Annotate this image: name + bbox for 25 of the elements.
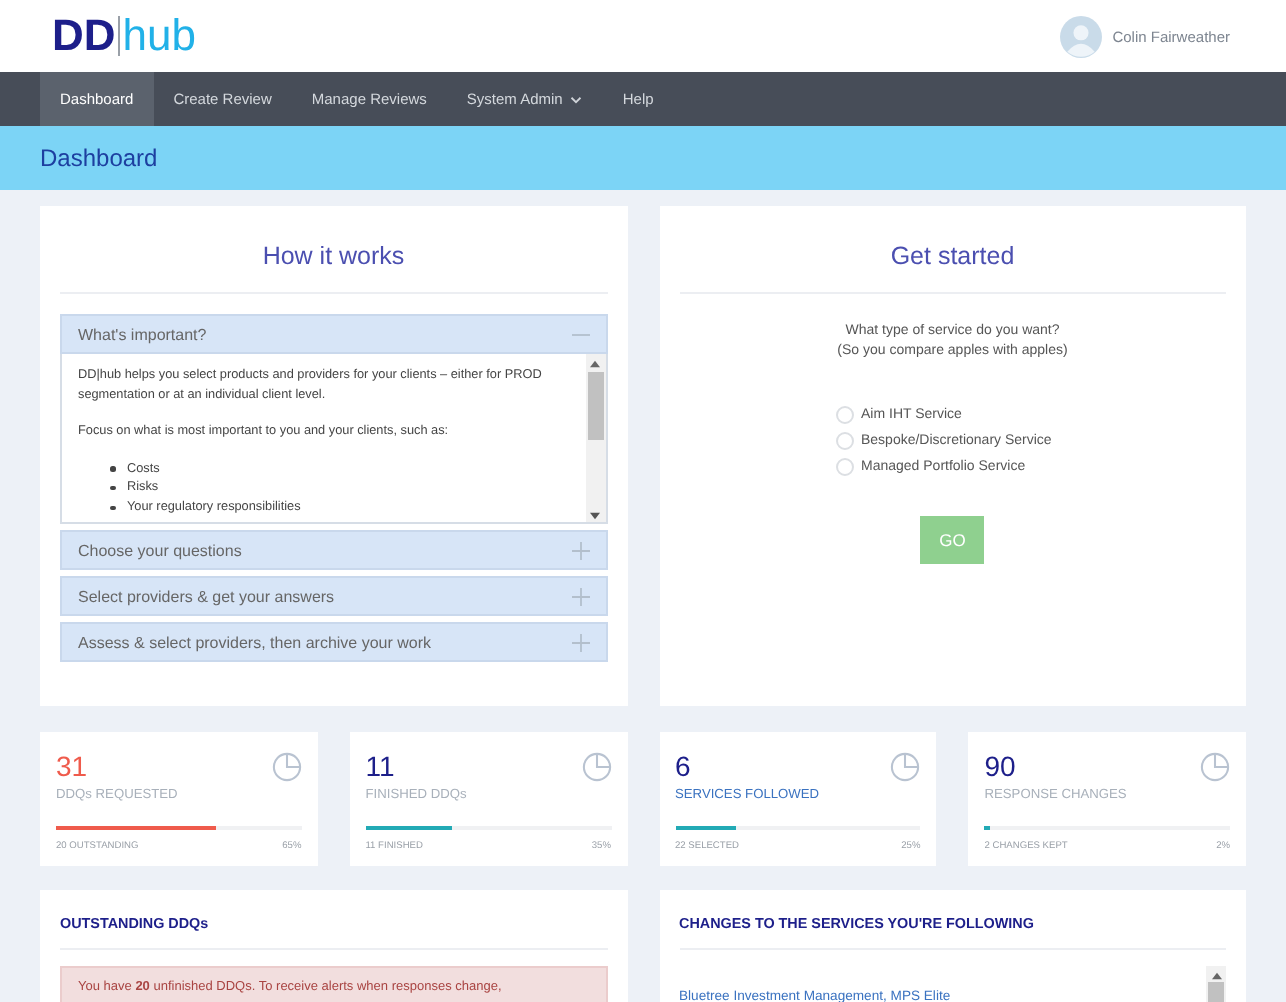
bullet-icon	[110, 466, 115, 472]
stat-value: 31	[56, 752, 90, 780]
stat-value: 90	[984, 752, 1018, 780]
plus-icon	[571, 541, 589, 559]
pie-chart-icon	[581, 752, 611, 782]
page-title: Dashboard	[40, 144, 158, 172]
stat-value: 6	[675, 752, 693, 780]
bullet-icon	[110, 485, 115, 491]
logo[interactable]: DD hub	[52, 10, 196, 62]
scrollbar[interactable]	[585, 354, 605, 522]
accordion-header[interactable]: Choose your questions	[60, 530, 607, 570]
card-title: How it works	[60, 206, 607, 294]
scroll-down-icon[interactable]	[590, 512, 600, 520]
scroll-up-icon[interactable]	[590, 360, 600, 368]
stat-value: 11	[365, 752, 397, 780]
pie-chart-icon	[271, 752, 302, 782]
bullet-icon	[110, 505, 115, 511]
plus-icon	[571, 633, 589, 651]
accordion-header[interactable]: Select providers & get your answers	[60, 576, 607, 616]
card-title: Get started	[679, 206, 1226, 294]
pie-chart-icon	[1200, 752, 1230, 782]
accordion-header[interactable]: Assess & select providers, then archive your work	[60, 622, 607, 662]
pie-chart-icon	[890, 752, 921, 782]
accordion-header[interactable]: What's important?	[60, 314, 607, 354]
plus-icon	[571, 587, 589, 605]
